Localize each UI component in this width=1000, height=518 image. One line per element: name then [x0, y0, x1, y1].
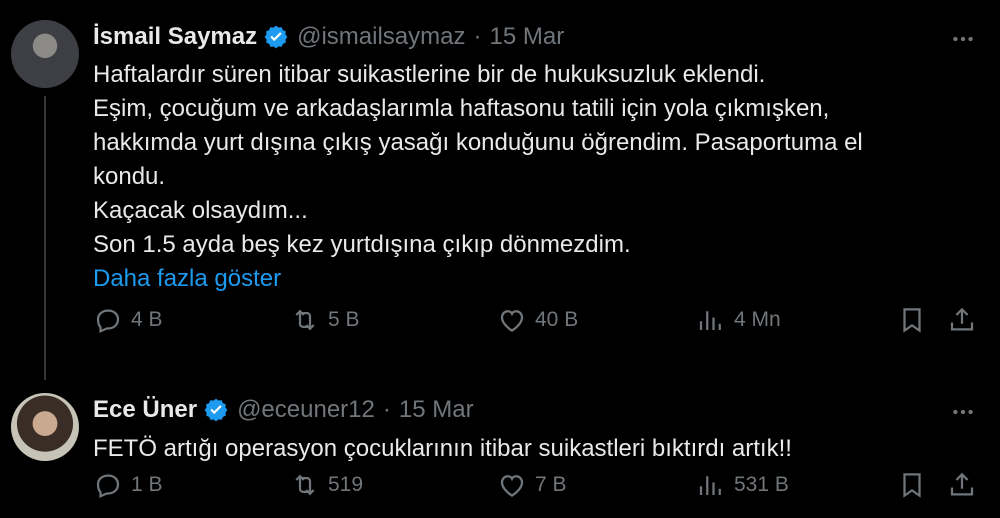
reply-button[interactable]: 4 B — [93, 305, 163, 335]
views-icon — [699, 476, 721, 495]
bookmark-icon — [903, 473, 921, 498]
tweet-line: hakkımda yurt dışına çıkış yasağı konduğ… — [93, 129, 863, 156]
avatar[interactable] — [11, 393, 79, 461]
tweet-line: kondu. — [93, 163, 166, 190]
tweet-text: FETÖ artığı operasyon çocuklarının itiba… — [93, 432, 973, 466]
retweet-icon — [295, 309, 315, 331]
more-icon[interactable] — [948, 397, 978, 427]
like-icon — [500, 475, 524, 497]
like-icon — [500, 310, 524, 332]
reply-button[interactable]: 1 B — [93, 470, 163, 500]
share-button[interactable] — [947, 470, 977, 500]
share-icon — [950, 307, 974, 331]
retweet-count: 519 — [328, 473, 364, 496]
author-name[interactable]: İsmail Saymaz — [93, 22, 257, 52]
reply-icon — [96, 309, 120, 333]
like-count: 7 B — [535, 473, 567, 496]
author-handle[interactable]: @ismailsaymaz — [297, 22, 465, 52]
retweet-icon — [295, 474, 315, 496]
thread-line — [44, 96, 46, 380]
verified-badge-icon — [263, 24, 289, 50]
tweet-header: Ece Üner @eceuner12 · 15 Mar — [93, 395, 474, 425]
reply-count: 1 B — [131, 473, 163, 496]
views-icon — [699, 311, 721, 330]
retweet-button[interactable]: 5 B — [290, 305, 360, 335]
retweet-button[interactable]: 519 — [290, 470, 363, 500]
author-name[interactable]: Ece Üner — [93, 395, 197, 425]
reply-count: 4 B — [131, 308, 163, 331]
views-count: 4 Mn — [734, 308, 781, 331]
like-count: 40 B — [535, 308, 579, 331]
bookmark-icon — [903, 308, 921, 333]
show-more-link[interactable]: Daha fazla göster — [93, 262, 973, 296]
tweet-header: İsmail Saymaz @ismailsaymaz · 15 Mar — [93, 22, 564, 52]
tweet-text: Haftalardır süren itibar suikastlerine b… — [93, 58, 973, 296]
reply-icon — [96, 474, 120, 498]
views-button[interactable]: 531 B — [696, 470, 789, 500]
bookmark-button[interactable] — [897, 305, 927, 335]
tweet-line: FETÖ artığı operasyon çocuklarının itiba… — [93, 435, 792, 462]
separator: · — [382, 396, 391, 423]
share-button[interactable] — [947, 305, 977, 335]
bookmark-button[interactable] — [897, 470, 927, 500]
tweet-line: Kaçacak olsaydım... — [93, 197, 308, 224]
separator: · — [473, 23, 482, 50]
tweet-line: Eşim, çocuğum ve arkadaşlarımla haftason… — [93, 95, 830, 122]
verified-badge-icon — [203, 397, 229, 423]
like-button[interactable]: 40 B — [497, 305, 578, 335]
tweet-date[interactable]: 15 Mar — [490, 22, 565, 52]
views-button[interactable]: 4 Mn — [696, 305, 781, 335]
more-icon[interactable] — [948, 24, 978, 54]
tweet-line: Haftalardır süren itibar suikastlerine b… — [93, 61, 766, 88]
avatar[interactable] — [11, 20, 79, 88]
tweet-line: Son 1.5 ayda beş kez yurtdışına çıkıp dö… — [93, 231, 631, 258]
retweet-count: 5 B — [328, 308, 360, 331]
like-button[interactable]: 7 B — [497, 470, 567, 500]
tweet[interactable]: İsmail Saymaz @ismailsaymaz · 15 Mar Haf… — [0, 0, 1000, 380]
share-icon — [950, 472, 974, 496]
views-count: 531 B — [734, 473, 789, 496]
author-handle[interactable]: @eceuner12 — [237, 395, 375, 425]
tweet-date[interactable]: 15 Mar — [399, 395, 474, 425]
